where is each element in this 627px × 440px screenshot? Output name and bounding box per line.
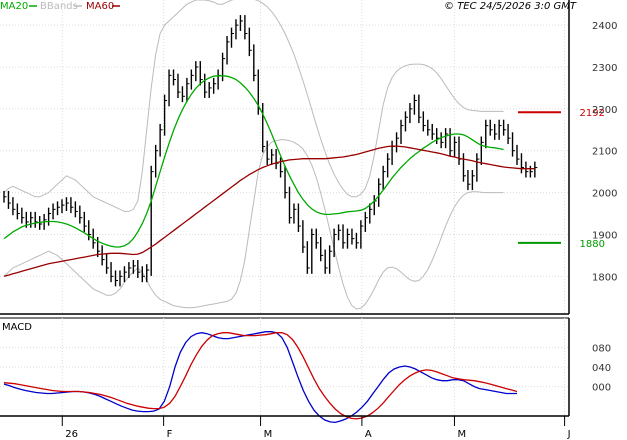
legend-bbands: BBands bbox=[40, 1, 78, 12]
macd-y-tick-label: 000 bbox=[592, 383, 611, 394]
price-y-tick-label: 2000 bbox=[592, 189, 617, 200]
x-tick-label: M bbox=[457, 429, 466, 440]
price-y-tick-label: 1900 bbox=[592, 230, 617, 241]
legend-ma60: MA60 bbox=[86, 1, 114, 12]
price-y-tick-label: 2100 bbox=[592, 147, 617, 158]
x-tick-label: A bbox=[365, 429, 372, 440]
copyright-notice: © TEC 24/5/2026 3:0 GMT bbox=[444, 1, 577, 12]
x-tick-label: 26 bbox=[65, 429, 78, 440]
price-y-tick-label: 2200 bbox=[592, 105, 617, 116]
x-tick-label: M bbox=[264, 429, 273, 440]
price-y-tick-label: 1800 bbox=[592, 272, 617, 283]
price-panel-background bbox=[0, 0, 569, 314]
price-y-tick-label: 2300 bbox=[592, 63, 617, 74]
x-axis: 26 F M A M J bbox=[61, 416, 571, 440]
x-tick-label: J bbox=[567, 429, 571, 440]
macd-y-tick-label: 040 bbox=[592, 363, 611, 374]
price-y-tick-label: 2400 bbox=[592, 21, 617, 32]
macd-y-axis: 080 040 000 bbox=[592, 343, 611, 393]
legend: MA20 BBands MA60 bbox=[0, 1, 120, 12]
macd-y-tick-label: 080 bbox=[592, 343, 611, 354]
legend-ma20: MA20 bbox=[0, 1, 28, 12]
price-chart: 21921880 2400230022002100200019001800 MA… bbox=[0, 0, 617, 440]
macd-title: MACD bbox=[2, 322, 32, 333]
x-tick-label: F bbox=[167, 429, 173, 440]
